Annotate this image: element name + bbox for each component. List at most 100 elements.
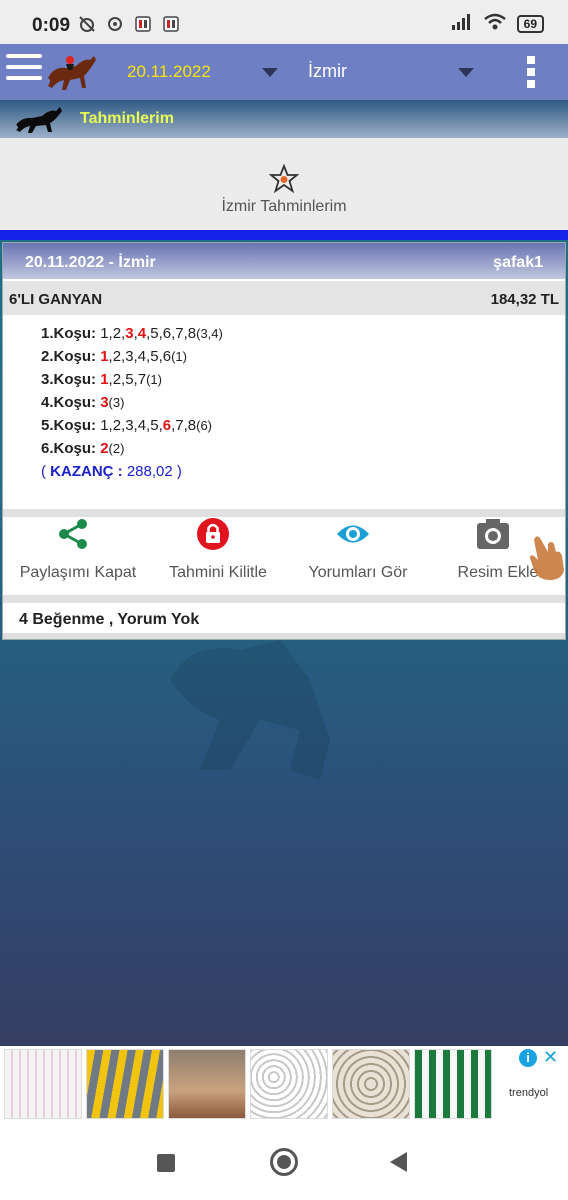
race-list: 1.Koşu: 1,2,3,4,5,6,7,8(3,4) 2.Koşu: 1,2,… xyxy=(41,325,541,480)
winning-horse: 6 xyxy=(162,417,172,434)
race-label: 5.Koşu: xyxy=(41,417,97,434)
star-icon xyxy=(268,163,300,199)
race-label: 3.Koşu: xyxy=(41,371,97,388)
action-bar: Paylaşımı Kapat Tahmini Kilitle Yorumlar… xyxy=(3,517,565,597)
divider xyxy=(3,595,565,603)
likes-comments-summary[interactable]: 4 Beğenme , Yorum Yok xyxy=(19,611,199,629)
race-row: 1.Koşu: 1,2,3,4,5,6,7,8(3,4) xyxy=(41,325,541,348)
horse-logo-icon xyxy=(40,48,100,99)
winnings-line: ( KAZANÇ : 288,02 ) xyxy=(41,463,541,480)
view-comments-button[interactable]: Yorumları Gör xyxy=(283,517,423,597)
overflow-menu-icon[interactable] xyxy=(527,56,539,92)
race-row: 4.Koşu: 3(3) xyxy=(41,394,541,417)
winning-horse: 4 xyxy=(137,325,147,342)
bet-type: 6'LI GANYAN xyxy=(9,291,103,308)
section-title: İzmir Tahminlerim xyxy=(221,198,347,215)
ad-brand-logo: trendyol xyxy=(509,1087,549,1099)
horse-watermark-icon xyxy=(130,620,430,825)
sync-icon xyxy=(106,15,124,38)
chevron-down-icon[interactable] xyxy=(262,68,278,77)
race-label: 4.Koşu: xyxy=(41,394,97,411)
share-icon xyxy=(59,519,87,549)
ad-product-image[interactable] xyxy=(4,1049,82,1119)
winning-horse: 3 xyxy=(100,394,109,411)
back-button[interactable] xyxy=(390,1152,407,1172)
card-date: 20.11.2022 - İzmir xyxy=(25,254,156,271)
bet-summary: 6'LI GANYAN 184,32 TL xyxy=(3,281,565,315)
app-bar: 20.11.2022 İzmir xyxy=(0,44,568,100)
lock-prediction-label: Tahmini Kilitle xyxy=(169,564,267,581)
share-toggle-label: Paylaşımı Kapat xyxy=(19,564,137,581)
signal-icon xyxy=(451,13,473,34)
lock-prediction-button[interactable]: Tahmini Kilitle xyxy=(143,517,283,597)
horse-numbers: 1,2,3,4,5, xyxy=(100,417,163,434)
horse-silhouette-icon xyxy=(12,103,66,140)
race-row: 5.Koşu: 1,2,3,4,5,6,7,8(6) xyxy=(41,417,541,440)
horse-numbers: ,2,3,4,5,6 xyxy=(108,348,172,365)
winning-horse: 1 xyxy=(100,348,109,365)
city-dropdown[interactable]: İzmir xyxy=(308,61,347,82)
race-row: 6.Koşu: 2(2) xyxy=(41,440,541,463)
status-time: 0:09 xyxy=(32,15,71,36)
home-button[interactable] xyxy=(270,1148,298,1176)
winning-horse: 2 xyxy=(100,440,109,457)
eye-icon xyxy=(337,525,369,543)
horse-numbers: ,7,8 xyxy=(171,417,197,434)
ad-product-image[interactable] xyxy=(168,1049,246,1119)
system-nav-bar xyxy=(0,1122,568,1200)
date-dropdown[interactable]: 20.11.2022 xyxy=(127,62,211,82)
status-bar: 0:09 69 xyxy=(0,0,568,44)
card-header: 20.11.2022 - İzmir şafak1 xyxy=(3,243,565,279)
prediction-card: 20.11.2022 - İzmir şafak1 6'LI GANYAN 18… xyxy=(2,242,566,640)
section-header xyxy=(0,138,568,230)
ad-product-image[interactable] xyxy=(86,1049,164,1119)
winning-horse: 3 xyxy=(125,325,134,342)
winnings-value: 288,02 ) xyxy=(122,463,182,480)
race-row: 2.Koşu: 1,2,3,4,5,6(1) xyxy=(41,348,541,371)
menu-icon[interactable] xyxy=(6,54,42,82)
race-result-count: (3) xyxy=(108,395,125,410)
status-notification-icons xyxy=(78,15,180,38)
card-username[interactable]: şafak1 xyxy=(493,254,543,272)
ad-product-image[interactable] xyxy=(250,1049,328,1119)
view-comments-label: Yorumları Gör xyxy=(308,564,408,581)
section-divider xyxy=(0,230,568,240)
status-system-icons: 69 xyxy=(451,13,544,34)
ad-product-image[interactable] xyxy=(332,1049,410,1119)
swipe-hint-hand-icon xyxy=(526,530,568,587)
ad-banner[interactable]: i ✕ trendyol xyxy=(0,1046,568,1122)
race-label: 1.Koşu: xyxy=(41,325,97,342)
share-toggle-button[interactable]: Paylaşımı Kapat xyxy=(3,517,143,597)
winning-horse: 1 xyxy=(100,371,109,388)
divider xyxy=(3,633,565,639)
wifi-icon xyxy=(483,13,507,34)
lock-icon xyxy=(197,518,229,550)
race-label: 6.Koşu: xyxy=(41,440,97,457)
app-notification-icon xyxy=(162,15,180,38)
winnings-label: KAZANÇ : xyxy=(50,463,123,480)
battery-indicator: 69 xyxy=(516,14,544,33)
horse-numbers: 1,2, xyxy=(100,325,126,342)
race-row: 3.Koşu: 1,2,5,7(1) xyxy=(41,371,541,394)
race-label: 2.Koşu: xyxy=(41,348,97,365)
race-result-count: (6) xyxy=(196,418,213,433)
race-result-count: (2) xyxy=(108,441,125,456)
divider xyxy=(3,509,565,517)
app-notification-icon xyxy=(134,15,152,38)
race-result-count: (3,4) xyxy=(196,326,223,341)
race-result-count: (1) xyxy=(171,349,187,364)
camera-icon xyxy=(477,519,509,549)
ad-product-image[interactable] xyxy=(414,1049,492,1119)
recents-button[interactable] xyxy=(157,1154,175,1172)
chevron-down-icon[interactable] xyxy=(458,68,474,77)
ad-close-icon[interactable]: ✕ xyxy=(543,1047,558,1068)
ad-info-icon[interactable]: i xyxy=(519,1049,537,1067)
alarm-off-icon xyxy=(78,15,96,38)
subheader: Tahminlerim xyxy=(0,100,568,138)
horse-numbers: ,5,6,7,8 xyxy=(146,325,197,342)
race-result-count: (1) xyxy=(146,372,162,387)
horse-numbers: ,2,5,7 xyxy=(108,371,147,388)
winnings-open: ( xyxy=(41,463,51,480)
bet-amount: 184,32 TL xyxy=(490,291,559,308)
page-title: Tahminlerim xyxy=(80,110,174,127)
